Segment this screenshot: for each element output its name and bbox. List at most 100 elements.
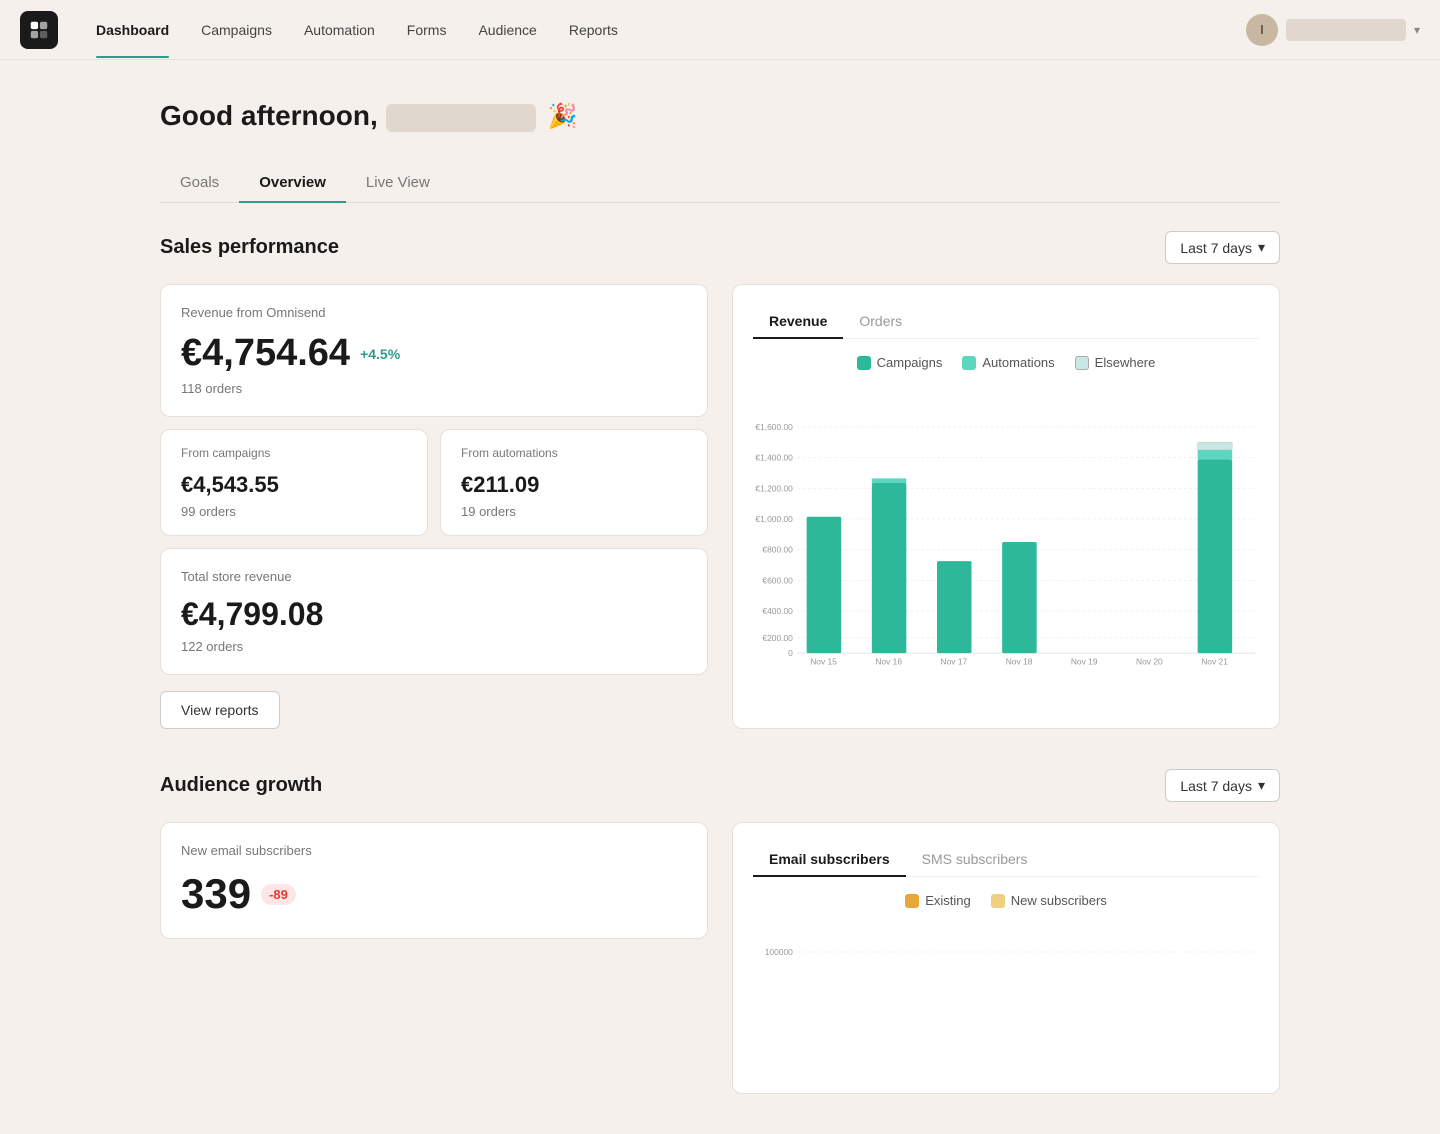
automations-legend-dot <box>962 356 976 370</box>
svg-text:€1,200.00: €1,200.00 <box>755 483 793 493</box>
audience-stats: New email subscribers 339 -89 <box>160 822 708 1094</box>
page-tabs: Goals Overview Live View <box>160 164 1280 203</box>
sales-stats: Revenue from Omnisend €4,754.64 +4.5% 11… <box>160 284 708 729</box>
sub-cards: From campaigns €4,543.55 99 orders From … <box>160 429 708 536</box>
legend-automations: Automations <box>962 355 1054 370</box>
nav-links: Dashboard Campaigns Automation Forms Aud… <box>82 14 1246 46</box>
campaigns-label: From campaigns <box>181 446 407 460</box>
user-name-greeting <box>386 104 536 132</box>
orders-tab[interactable]: Orders <box>843 305 918 339</box>
automations-legend-label: Automations <box>982 355 1054 370</box>
new-subscribers-label: New email subscribers <box>181 843 687 858</box>
campaigns-legend-dot <box>857 356 871 370</box>
store-revenue-card: Total store revenue €4,799.08 122 orders <box>160 548 708 675</box>
revenue-chart-container: Revenue Orders Campaigns Automations Els… <box>732 284 1280 729</box>
elsewhere-legend-label: Elsewhere <box>1095 355 1156 370</box>
legend-existing: Existing <box>905 893 971 908</box>
store-label: Total store revenue <box>181 569 687 584</box>
revenue-orders: 118 orders <box>181 381 687 396</box>
store-orders: 122 orders <box>181 639 687 654</box>
user-dropdown-chevron[interactable]: ▾ <box>1414 23 1420 37</box>
svg-text:€1,600.00: €1,600.00 <box>755 422 793 432</box>
navbar: Dashboard Campaigns Automation Forms Aud… <box>0 0 1440 60</box>
nav-campaigns[interactable]: Campaigns <box>187 14 286 46</box>
automations-card: From automations €211.09 19 orders <box>440 429 708 536</box>
audience-chart-area: 100000 <box>753 920 1259 1073</box>
revenue-card: Revenue from Omnisend €4,754.64 +4.5% 11… <box>160 284 708 417</box>
audience-header: Audience growth Last 7 days ▾ <box>160 769 1280 802</box>
campaigns-legend-label: Campaigns <box>877 355 943 370</box>
svg-text:€800.00: €800.00 <box>762 545 793 555</box>
legend-campaigns: Campaigns <box>857 355 943 370</box>
greeting: Good afternoon, 🎉 <box>160 100 1280 132</box>
email-subscribers-tab[interactable]: Email subscribers <box>753 843 906 877</box>
subscriber-count: 339 <box>181 870 251 918</box>
svg-text:€400.00: €400.00 <box>762 606 793 616</box>
bar-chart-wrap: €1,600.00 €1,400.00 €1,200.00 €1,000.00 … <box>753 382 1259 702</box>
svg-text:€200.00: €200.00 <box>762 633 793 643</box>
chevron-down-icon-audience: ▾ <box>1258 777 1265 794</box>
chart-tabs: Revenue Orders <box>753 305 1259 339</box>
audience-legend: Existing New subscribers <box>753 893 1259 908</box>
svg-text:€1,000.00: €1,000.00 <box>755 514 793 524</box>
bar-chart-svg: €1,600.00 €1,400.00 €1,200.00 €1,000.00 … <box>753 382 1259 702</box>
audience-chart-tabs: Email subscribers SMS subscribers <box>753 843 1259 877</box>
revenue-value-row: €4,754.64 +4.5% <box>181 332 687 375</box>
svg-text:Nov 21: Nov 21 <box>1201 657 1228 667</box>
svg-text:Nov 18: Nov 18 <box>1006 657 1033 667</box>
audience-section: Audience growth Last 7 days ▾ New email … <box>160 769 1280 1094</box>
sales-title: Sales performance <box>160 236 339 259</box>
new-subscribers-legend-label: New subscribers <box>1011 893 1107 908</box>
existing-legend-dot <box>905 894 919 908</box>
nav-right: I ▾ <box>1246 14 1420 46</box>
svg-text:100000: 100000 <box>765 947 793 957</box>
nav-audience[interactable]: Audience <box>464 14 550 46</box>
existing-legend-label: Existing <box>925 893 971 908</box>
subscriber-card: New email subscribers 339 -89 <box>160 822 708 939</box>
subscriber-value-row: 339 -89 <box>181 870 687 918</box>
legend-elsewhere: Elsewhere <box>1075 355 1156 370</box>
svg-text:Nov 17: Nov 17 <box>941 657 968 667</box>
sales-period-dropdown[interactable]: Last 7 days ▾ <box>1165 231 1280 264</box>
revenue-label: Revenue from Omnisend <box>181 305 687 320</box>
audience-grid: New email subscribers 339 -89 Email subs… <box>160 822 1280 1094</box>
logo[interactable] <box>20 11 58 49</box>
new-subscribers-legend-dot <box>991 894 1005 908</box>
greeting-emoji: 🎉 <box>548 102 578 131</box>
sales-performance-section: Sales performance Last 7 days ▾ Revenue … <box>160 231 1280 729</box>
audience-period-dropdown[interactable]: Last 7 days ▾ <box>1165 769 1280 802</box>
automations-value: €211.09 <box>461 472 687 498</box>
nav-reports[interactable]: Reports <box>555 14 632 46</box>
tab-overview[interactable]: Overview <box>239 164 346 203</box>
chevron-down-icon: ▾ <box>1258 239 1265 256</box>
campaigns-card: From campaigns €4,543.55 99 orders <box>160 429 428 536</box>
audience-chart-svg: 100000 <box>753 928 1259 1068</box>
tab-live-view[interactable]: Live View <box>346 164 450 203</box>
svg-text:0: 0 <box>788 648 793 658</box>
campaigns-value: €4,543.55 <box>181 472 407 498</box>
elsewhere-legend-dot <box>1075 356 1089 370</box>
revenue-tab[interactable]: Revenue <box>753 305 843 339</box>
store-value: €4,799.08 <box>181 596 687 633</box>
revenue-value: €4,754.64 <box>181 332 350 375</box>
audience-chart-container: Email subscribers SMS subscribers Existi… <box>732 822 1280 1094</box>
nav-forms[interactable]: Forms <box>393 14 461 46</box>
legend-new-subscribers: New subscribers <box>991 893 1107 908</box>
svg-text:€1,400.00: €1,400.00 <box>755 453 793 463</box>
svg-text:Nov 16: Nov 16 <box>875 657 902 667</box>
sales-header: Sales performance Last 7 days ▾ <box>160 231 1280 264</box>
svg-text:€600.00: €600.00 <box>762 575 793 585</box>
user-avatar[interactable]: I <box>1246 14 1278 46</box>
subscriber-change-badge: -89 <box>261 884 296 905</box>
revenue-change: +4.5% <box>360 346 400 362</box>
audience-title: Audience growth <box>160 774 322 797</box>
campaigns-orders: 99 orders <box>181 504 407 519</box>
nav-dashboard[interactable]: Dashboard <box>82 14 183 46</box>
sms-subscribers-tab[interactable]: SMS subscribers <box>906 843 1044 877</box>
greeting-text: Good afternoon, <box>160 100 536 132</box>
view-reports-button[interactable]: View reports <box>160 691 280 729</box>
tab-goals[interactable]: Goals <box>160 164 239 203</box>
chart-legend: Campaigns Automations Elsewhere <box>753 355 1259 370</box>
nav-automation[interactable]: Automation <box>290 14 389 46</box>
automations-label: From automations <box>461 446 687 460</box>
